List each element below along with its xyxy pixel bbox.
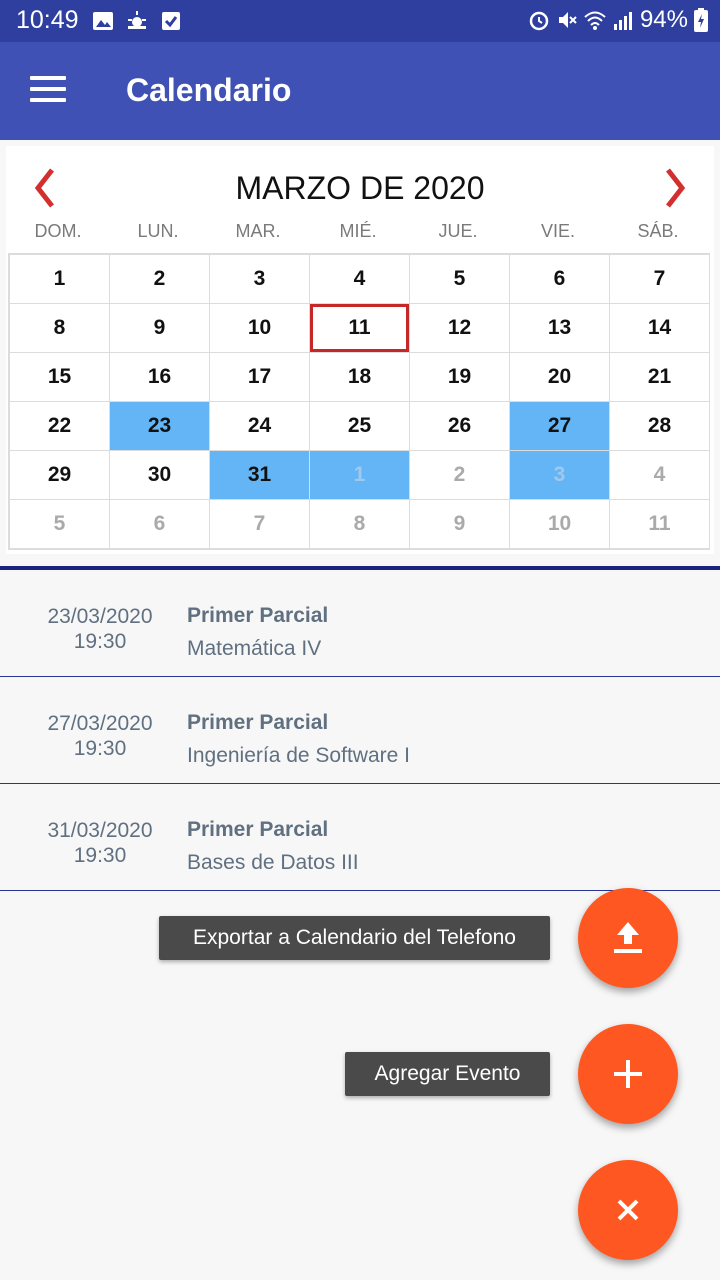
calendar-day[interactable]: 6 [110, 500, 209, 548]
calendar-day[interactable]: 24 [210, 402, 309, 450]
weekday-label: SÁB. [637, 221, 679, 241]
close-icon [617, 1199, 639, 1221]
event-datetime: 27/03/2020 19:30 [30, 711, 170, 761]
battery-percent: 94% [639, 6, 688, 33]
calendar-day[interactable]: 28 [610, 402, 709, 450]
event-datetime: 23/03/2020 19:30 [30, 604, 170, 654]
hamburger-menu-icon[interactable] [30, 76, 66, 106]
calendar-day[interactable]: 15 [10, 353, 109, 401]
export-calendar-button[interactable] [578, 888, 678, 988]
calendar-day[interactable]: 20 [510, 353, 609, 401]
calendar-day[interactable]: 7 [210, 500, 309, 548]
calendar-day[interactable]: 25 [310, 402, 409, 450]
calendar-day[interactable]: 30 [110, 451, 209, 499]
calendar-day[interactable]: 4 [310, 255, 409, 303]
event-time: 19:30 [73, 844, 127, 867]
gallery-icon [93, 12, 113, 30]
calendar-day[interactable]: 19 [410, 353, 509, 401]
event-list-item[interactable]: 27/03/2020 19:30 Primer Parcial Ingenier… [0, 677, 720, 784]
event-title: Primer Parcial [187, 711, 329, 734]
calendar-day-grid: 1 2 3 4 5 6 7 8 9 10 11 12 13 14 15 16 17 18 19 20 21 22 23 24 2… [8, 253, 710, 550]
plus-icon [614, 1060, 642, 1088]
calendar-day[interactable]: 26 [410, 402, 509, 450]
calendar-day[interactable]: 22 [10, 402, 109, 450]
status-bar: 10:49 94% [0, 0, 720, 42]
calendar-day-event[interactable]: 31 [210, 451, 309, 499]
close-fab-menu-button[interactable] [578, 1160, 678, 1260]
calendar-day[interactable]: 11 [610, 500, 709, 548]
calendar-day[interactable]: 9 [110, 304, 209, 352]
event-subject: Matemática IV [187, 637, 322, 660]
calendar-day[interactable]: 2 [110, 255, 209, 303]
battery-icon [694, 8, 708, 32]
calendar-day[interactable]: 5 [410, 255, 509, 303]
calendar-day[interactable]: 12 [410, 304, 509, 352]
calendar-day-selected[interactable]: 11 [310, 304, 409, 352]
event-list-item[interactable]: 23/03/2020 19:30 Primer Parcial Matemáti… [0, 570, 720, 677]
wifi-icon [584, 11, 606, 30]
event-title: Primer Parcial [187, 604, 329, 627]
calendar-day-event[interactable]: 27 [510, 402, 609, 450]
calendar-day[interactable]: 1 [10, 255, 109, 303]
calendar-day[interactable]: 9 [410, 500, 509, 548]
calendar-day[interactable]: 3 [210, 255, 309, 303]
calendar-day-event[interactable]: 23 [110, 402, 209, 450]
add-event-button[interactable] [578, 1024, 678, 1124]
weekday-label: JUE. [438, 221, 478, 241]
calendar-day[interactable]: 13 [510, 304, 609, 352]
signal-icon [613, 12, 632, 30]
calendar-day-event[interactable]: 1 [310, 451, 409, 499]
weekday-label: MAR. [235, 221, 281, 241]
weekday-label: DOM. [34, 221, 82, 241]
weekday-label: MIÉ. [339, 221, 377, 241]
calendar-day[interactable]: 16 [110, 353, 209, 401]
export-calendar-label[interactable]: Exportar a Calendario del Telefono [159, 916, 550, 960]
event-subject: Bases de Datos III [187, 851, 359, 874]
calendar-header: MARZO DE 2020 [6, 146, 714, 226]
calendar-day[interactable]: 2 [410, 451, 509, 499]
event-date: 27/03/2020 [47, 712, 153, 735]
weekday-label: LUN. [137, 221, 179, 241]
event-list: 23/03/2020 19:30 Primer Parcial Matemáti… [0, 570, 720, 891]
event-list-item[interactable]: 31/03/2020 19:30 Primer Parcial Bases de… [0, 784, 720, 891]
calendar-day[interactable]: 10 [510, 500, 609, 548]
weather-icon [128, 11, 146, 29]
calendar-day[interactable]: 6 [510, 255, 609, 303]
calendar-day[interactable]: 8 [10, 304, 109, 352]
event-time: 19:30 [73, 737, 127, 760]
calendar-day[interactable]: 5 [10, 500, 109, 548]
page-title: Calendario [126, 72, 292, 108]
calendar-day[interactable]: 21 [610, 353, 709, 401]
event-time: 19:30 [73, 630, 127, 653]
app-bar: Calendario [0, 42, 720, 140]
event-datetime: 31/03/2020 19:30 [30, 818, 170, 868]
calendar-day-event[interactable]: 3 [510, 451, 609, 499]
upload-icon [614, 922, 642, 953]
chevron-right-icon[interactable] [660, 166, 690, 210]
check-icon [162, 12, 180, 30]
calendar-day[interactable]: 17 [210, 353, 309, 401]
calendar-day[interactable]: 4 [610, 451, 709, 499]
weekday-header: DOM. LUN. MAR. MIÉ. JUE. VIE. SÁB. [8, 221, 708, 242]
event-date: 23/03/2020 [47, 605, 153, 628]
calendar-month-label: MARZO DE 2020 [235, 170, 485, 206]
mute-icon [558, 12, 577, 28]
weekday-label: VIE. [540, 221, 575, 241]
event-subject: Ingeniería de Software I [187, 744, 410, 767]
calendar-day[interactable]: 7 [610, 255, 709, 303]
calendar-day[interactable]: 29 [10, 451, 109, 499]
event-date: 31/03/2020 [47, 819, 153, 842]
calendar-widget: MARZO DE 2020 DOM. LUN. MAR. MIÉ. JUE. V… [6, 146, 714, 554]
event-title: Primer Parcial [187, 818, 329, 841]
calendar-day[interactable]: 8 [310, 500, 409, 548]
calendar-day[interactable]: 18 [310, 353, 409, 401]
status-time: 10:49 [16, 6, 79, 34]
calendar-day[interactable]: 10 [210, 304, 309, 352]
alarm-icon [529, 11, 549, 31]
calendar-day[interactable]: 14 [610, 304, 709, 352]
add-event-label[interactable]: Agregar Evento [345, 1052, 550, 1096]
